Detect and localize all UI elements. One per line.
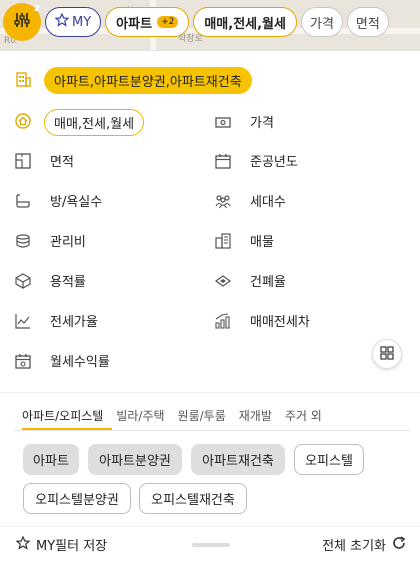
filter-price-gap-label: 매매전세차 xyxy=(250,315,310,330)
sliders-icon xyxy=(13,11,31,33)
filter-maintenance[interactable]: 관리비 xyxy=(14,231,86,250)
filter-floor-area-ratio-label: 용적률 xyxy=(50,275,86,290)
filter-jeonse-rate[interactable]: 전세가율 xyxy=(14,311,98,330)
option-apt-presale[interactable]: 아파트분양권 xyxy=(88,444,182,475)
filter-building-coverage[interactable]: 건폐율 xyxy=(214,271,286,290)
bar-chart-icon xyxy=(214,312,232,330)
property-type-chip-label: 아파트 xyxy=(116,16,153,32)
active-tab-indicator xyxy=(22,428,112,430)
property-type-row[interactable]: 아파트,아파트분양권,아파트재건축 xyxy=(14,67,252,94)
reset-all-button[interactable]: 전체 초기화 xyxy=(322,535,406,554)
category-tabs: 아파트/오피스텔 빌라/주택 원룸/투룸 재개발 주거 외 xyxy=(22,407,322,424)
star-icon xyxy=(54,12,70,31)
people-icon xyxy=(214,192,232,210)
deal-type-value: 매매,전세,월세 xyxy=(44,109,145,136)
area-chip-label: 면적 xyxy=(355,16,380,32)
save-my-filter-button[interactable]: MY필터 저장 xyxy=(15,535,108,554)
deal-type-row[interactable]: 매매,전세,월세 xyxy=(14,109,145,136)
panel-footer: MY필터 저장 전체 초기화 xyxy=(0,526,420,561)
deal-type-chip[interactable]: 매매,전세,월세 xyxy=(193,7,297,37)
option-officetel-presale[interactable]: 오피스텔분양권 xyxy=(23,483,131,514)
filter-maintenance-label: 관리비 xyxy=(50,235,86,250)
bath-icon xyxy=(14,192,32,210)
top-filter-bar: 2 MY 아파트 +2 매매,전세,월세 가격 면적 xyxy=(0,0,420,44)
tab-non-residential[interactable]: 주거 외 xyxy=(285,407,322,424)
deal-type-chip-label: 매매,전세,월세 xyxy=(204,16,286,32)
coins-icon xyxy=(14,232,32,250)
tab-villa-house[interactable]: 빌라/주택 xyxy=(116,407,164,424)
filter-jeonse-rate-label: 전세가율 xyxy=(50,315,98,330)
filter-price-label: 가격 xyxy=(250,116,274,131)
grid-icon xyxy=(380,345,394,364)
tab-divider xyxy=(14,430,410,431)
line-chart-icon xyxy=(14,312,32,330)
floorplan-icon xyxy=(14,152,32,170)
option-apt[interactable]: 아파트 xyxy=(23,444,79,475)
calendar-money-icon xyxy=(14,352,32,370)
filter-area-label: 면적 xyxy=(50,155,74,170)
building-icon xyxy=(14,70,32,92)
filter-building-coverage-label: 건폐율 xyxy=(250,275,286,290)
house-coin-icon xyxy=(14,112,32,134)
filter-households[interactable]: 세대수 xyxy=(214,191,286,210)
filter-listings-label: 매물 xyxy=(250,235,274,250)
extra-count-badge: +2 xyxy=(157,16,179,28)
filter-toggle-button[interactable]: 2 xyxy=(3,3,41,41)
tab-oneroom-tworoom[interactable]: 원룸/투룸 xyxy=(178,407,226,424)
buildings-icon xyxy=(214,232,232,250)
option-officetel[interactable]: 오피스텔 xyxy=(294,444,364,475)
filter-area[interactable]: 면적 xyxy=(14,151,74,170)
grid-view-button[interactable] xyxy=(372,339,402,369)
star-icon xyxy=(15,535,31,554)
filter-price[interactable]: 가격 xyxy=(214,112,274,131)
tab-redevelopment[interactable]: 재개발 xyxy=(239,407,272,424)
area-chip[interactable]: 면적 xyxy=(346,7,389,37)
filter-year-built[interactable]: 준공년도 xyxy=(214,151,298,170)
filter-households-label: 세대수 xyxy=(250,195,286,210)
filter-rooms[interactable]: 방/욕실수 xyxy=(14,191,102,210)
filter-rent-yield-label: 월세수익률 xyxy=(50,355,110,370)
option-apt-rebuild[interactable]: 아파트재건축 xyxy=(191,444,285,475)
price-chip[interactable]: 가격 xyxy=(300,7,343,37)
drag-handle[interactable] xyxy=(192,543,230,547)
calendar-icon xyxy=(214,152,232,170)
option-officetel-rebuild[interactable]: 오피스텔재건축 xyxy=(139,483,247,514)
banknote-icon xyxy=(214,113,232,131)
price-chip-label: 가격 xyxy=(309,16,334,32)
filter-year-built-label: 준공년도 xyxy=(250,155,298,170)
filter-rent-yield[interactable]: 월세수익률 xyxy=(14,351,110,370)
filter-panel: 아파트,아파트분양권,아파트재건축 매매,전세,월세 가격 면적 준공년도 방/… xyxy=(0,50,420,561)
filter-listings[interactable]: 매물 xyxy=(214,231,274,250)
reset-label: 전체 초기화 xyxy=(322,539,386,554)
filter-count-badge: 2 xyxy=(33,4,40,14)
filter-price-gap[interactable]: 매매전세차 xyxy=(214,311,310,330)
property-type-chip[interactable]: 아파트 +2 xyxy=(105,7,190,37)
filter-rooms-label: 방/욕실수 xyxy=(50,195,103,210)
property-type-value: 아파트,아파트분양권,아파트재건축 xyxy=(44,67,252,94)
save-my-filter-label: MY필터 저장 xyxy=(36,539,108,554)
layer-icon xyxy=(214,272,232,290)
tab-apt-officetel[interactable]: 아파트/오피스텔 xyxy=(22,407,103,424)
my-chip-label: MY xyxy=(72,14,92,30)
cube-icon xyxy=(14,272,32,290)
filter-floor-area-ratio[interactable]: 용적률 xyxy=(14,271,86,290)
refresh-icon xyxy=(392,535,406,554)
my-filter-chip[interactable]: MY xyxy=(45,7,102,37)
